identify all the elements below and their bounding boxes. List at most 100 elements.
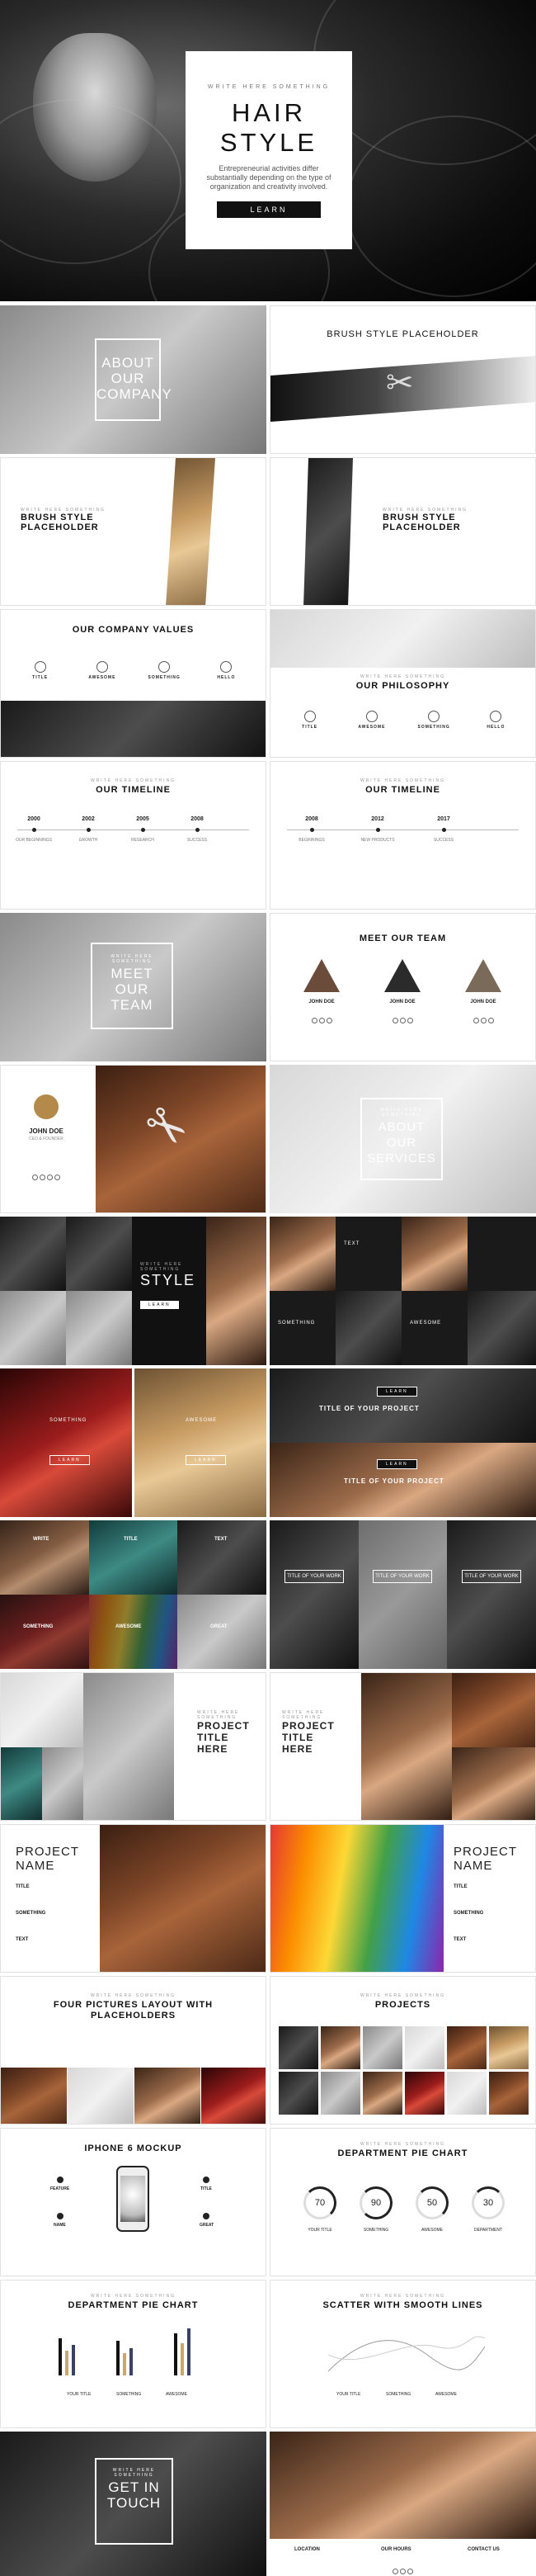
twitter-icon[interactable] xyxy=(40,1175,45,1180)
hero-kicker: WRITE HERE SOMETHING xyxy=(207,84,331,90)
project-thumbnail[interactable] xyxy=(405,2026,444,2069)
feature-icon xyxy=(57,2213,63,2219)
slide-timeline-1: WRITE HERE SOMETHING OUR TIMELINE 2000 2… xyxy=(0,761,266,910)
project-thumbnail[interactable] xyxy=(363,2026,402,2069)
timeline-year: 2002 xyxy=(82,816,95,822)
learn-button[interactable]: LEARN xyxy=(140,1301,179,1309)
facebook-icon[interactable] xyxy=(392,1018,398,1023)
slide-red: SOMETHING AWESOME LEARN LEARN xyxy=(0,1368,266,1517)
learn-button[interactable]: LEARN xyxy=(377,1459,417,1469)
twitter-icon[interactable] xyxy=(400,2569,406,2574)
slide-iphone: IPHONE 6 MOCKUP FEATURE TITLE NAME GREAT xyxy=(0,2128,266,2276)
slide-brush-2: WRITE HERE SOMETHING BRUSH STYLE PLACEHO… xyxy=(0,457,266,606)
slide-title: MEET OUR TEAM xyxy=(110,966,153,1013)
project-thumbnail[interactable] xyxy=(447,2072,487,2115)
chart-bar xyxy=(65,2351,68,2375)
project-thumbnail[interactable] xyxy=(321,2072,360,2115)
twitter-icon[interactable] xyxy=(480,1018,487,1023)
feature-label: GREAT xyxy=(200,2223,214,2228)
model-photo-strip xyxy=(1,701,266,757)
learn-button[interactable]: LEARN xyxy=(49,1455,90,1465)
feature-icon xyxy=(57,2177,63,2183)
slide-color-grid: WRITE TITLE TEXT SOMETHING AWESOME GREAT xyxy=(0,1520,266,1669)
services-frame: WRITE HERE SOMETHING ABOUT OUR SERVICES xyxy=(360,1098,443,1180)
model-photo xyxy=(1,1673,83,1747)
blonde-model-photo xyxy=(166,458,215,605)
feature-label: FEATURE xyxy=(50,2186,70,2191)
slide-kicker: WRITE HERE SOMETHING xyxy=(380,1108,423,1118)
slide-title: PROJECT TITLE HERE xyxy=(197,1720,250,1755)
model-photo xyxy=(402,1217,468,1291)
chart-bar xyxy=(116,2341,120,2375)
chart-bar xyxy=(187,2328,190,2375)
profile-role: CEO & FOUNDER xyxy=(29,1137,63,1141)
contact-label: OUR HOURS xyxy=(381,2547,411,2552)
project-thumbnail[interactable] xyxy=(279,2026,318,2069)
project-thumbnail[interactable] xyxy=(405,2072,444,2115)
facebook-icon[interactable] xyxy=(311,1018,317,1023)
model-photo xyxy=(89,1595,177,1669)
pie-label: AWESOME xyxy=(421,2228,443,2233)
slide-title: BRUSH STYLE PLACEHOLDER xyxy=(21,513,99,532)
grid-label: AWESOME xyxy=(410,1321,442,1326)
model-photo xyxy=(336,1291,402,1365)
work-title: TITLE OF YOUR WORK xyxy=(284,1570,344,1583)
slide-timeline-2: WRITE HERE SOMETHING OUR TIMELINE 2008 2… xyxy=(270,761,536,910)
linkedin-icon[interactable] xyxy=(47,1175,53,1180)
project-thumbnail[interactable] xyxy=(363,2072,402,2115)
model-photo xyxy=(270,1520,359,1669)
meet-team-frame: WRITE HERE SOMETHING MEET OUR TEAM xyxy=(91,943,173,1029)
learn-button[interactable]: LEARN xyxy=(377,1387,417,1397)
learn-button[interactable]: LEARN xyxy=(217,201,321,218)
model-photo xyxy=(361,1673,452,1820)
slide-kicker: WRITE HERE SOMETHING xyxy=(360,674,446,679)
chart-bar xyxy=(59,2338,62,2375)
timeline-year: 2000 xyxy=(27,816,40,822)
linkedin-icon[interactable] xyxy=(407,2569,413,2574)
grid-label: TEXT xyxy=(214,1537,228,1542)
mail-icon[interactable] xyxy=(54,1175,60,1180)
chat-icon xyxy=(220,661,233,673)
timeline-label: SUCCESS xyxy=(433,838,454,843)
linkedin-icon[interactable] xyxy=(326,1018,332,1023)
drop-icon xyxy=(158,661,171,673)
linkedin-icon[interactable] xyxy=(407,1018,413,1023)
linkedin-icon[interactable] xyxy=(487,1018,494,1023)
slide-title: DEPARTMENT PIE CHART xyxy=(337,2148,468,2158)
timeline-label: GROWTH xyxy=(78,838,98,843)
twitter-icon[interactable] xyxy=(399,1018,406,1023)
pie-value: 50 xyxy=(416,2186,449,2219)
slide-work: TITLE OF YOUR WORK TITLE OF YOUR WORK TI… xyxy=(270,1520,536,1669)
model-photo xyxy=(177,1520,266,1595)
model-photo xyxy=(270,1217,336,1291)
facebook-icon[interactable] xyxy=(473,1018,479,1023)
chart-bar xyxy=(181,2343,184,2375)
project-thumbnail[interactable] xyxy=(489,2072,529,2115)
project-thumbnail[interactable] xyxy=(321,2026,360,2069)
learn-button[interactable]: LEARN xyxy=(186,1455,226,1465)
hero-title-2: STYLE xyxy=(219,128,318,157)
facebook-icon[interactable] xyxy=(32,1175,38,1180)
glasses-model-photo xyxy=(303,458,353,605)
project-thumbnail[interactable] xyxy=(279,2072,318,2115)
philosophy-icons: TITLE AWESOME SOMETHING HELLO xyxy=(279,711,527,730)
timeline-label: SUCCESS xyxy=(186,838,208,843)
item-label: TEXT xyxy=(454,1937,467,1942)
slide-project-name-1: PROJECT NAME TITLE SOMETHING TEXT xyxy=(0,1824,266,1973)
model-photo xyxy=(468,1291,536,1365)
slide-kicker: WRITE HERE SOMETHING xyxy=(90,778,176,783)
project-thumbnail[interactable] xyxy=(489,2026,529,2069)
timeline-label: OUR BEGINNINGS xyxy=(16,838,52,843)
pie-value: 30 xyxy=(472,2186,505,2219)
model-photo xyxy=(89,1520,177,1595)
slide-bars: WRITE HERE SOMETHING DEPARTMENT PIE CHAR… xyxy=(0,2280,266,2428)
grid-label: SOMETHING xyxy=(278,1321,316,1326)
twitter-icon[interactable] xyxy=(318,1018,325,1023)
pie-label: SOMETHING xyxy=(363,2228,389,2233)
timeline-year: 2005 xyxy=(136,816,149,822)
facebook-icon[interactable] xyxy=(393,2569,398,2574)
work-title: TITLE OF YOUR WORK xyxy=(373,1570,432,1583)
project-thumbnail[interactable] xyxy=(447,2026,487,2069)
legend-item: AWESOME xyxy=(166,2392,187,2397)
model-photo xyxy=(100,1825,266,1972)
